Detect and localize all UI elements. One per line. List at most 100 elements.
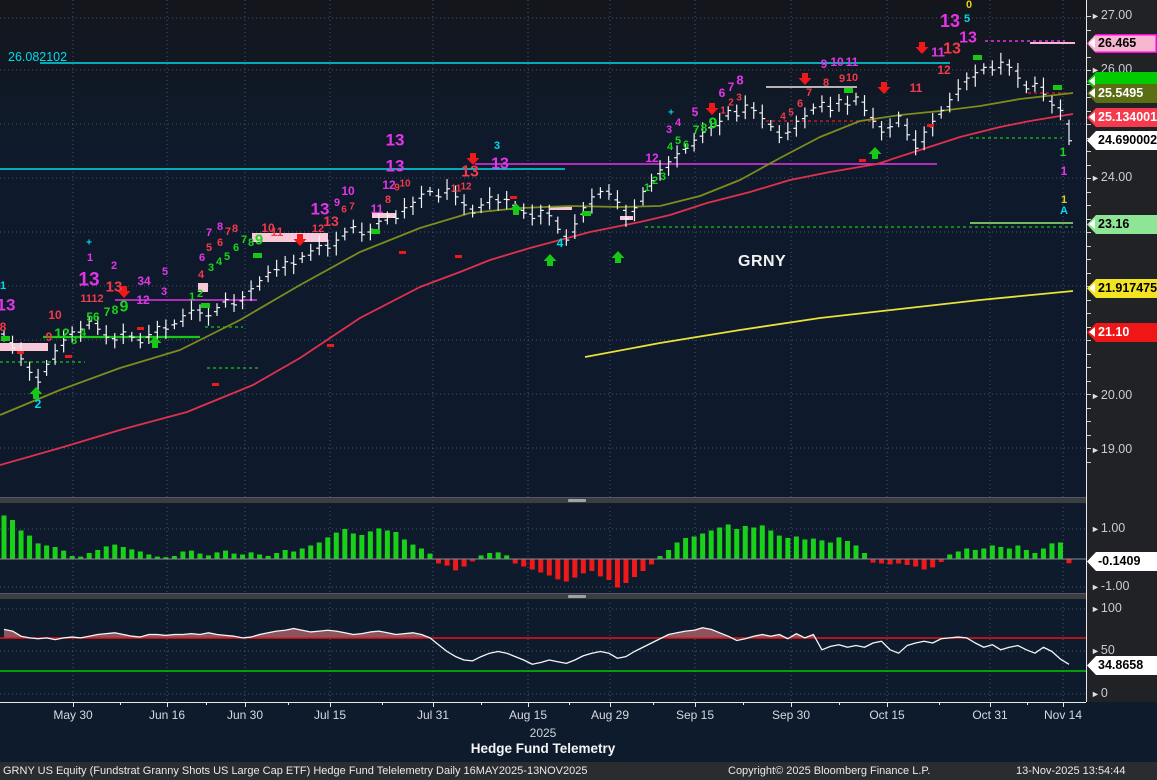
count-annotation: 13 (386, 157, 405, 176)
minor-tick (1027, 702, 1028, 705)
date-tick-label: Oct 31 (972, 708, 1007, 722)
count-annotation: 12 (312, 223, 324, 235)
count-annotation: 56 (86, 310, 100, 324)
macd-histogram-bar (232, 554, 237, 559)
axis-label: ►24.00 (1091, 170, 1132, 184)
macd-histogram-bar (606, 559, 611, 580)
price-bar (810, 103, 816, 114)
axis-label: ►100 (1091, 601, 1122, 615)
date-tick-label: Sep 15 (676, 708, 714, 722)
sell-arrow-icon (706, 103, 719, 115)
count-annotation: 6 (683, 139, 689, 151)
count-annotation: 12 (937, 63, 951, 77)
macd-histogram-bar (990, 546, 995, 560)
macd-histogram-bar (419, 549, 424, 560)
minor-tick (1087, 313, 1091, 314)
price-bar (904, 118, 910, 140)
panel-divider-handle[interactable] (568, 595, 586, 598)
status-timestamp: 13-Nov-2025 13:54:44 (1016, 762, 1125, 780)
price-badge: 24.690002 (1087, 131, 1157, 150)
tick-arrow-icon: ► (1091, 646, 1100, 656)
date-tick-label: Sep 30 (772, 708, 810, 722)
buy-arrow-icon (869, 147, 882, 159)
minor-tick (1087, 421, 1091, 422)
macd-histogram-bar (871, 559, 876, 563)
macd-histogram-bar (547, 559, 552, 576)
count-annotation: 5 (206, 242, 212, 254)
macd-histogram-bar (913, 559, 918, 567)
macd-histogram-bar (402, 540, 407, 560)
count-annotation: 10 (399, 179, 411, 190)
macd-histogram-bar (700, 534, 705, 560)
buy-arrow-icon (544, 254, 557, 266)
count-annotation: 3 (660, 171, 666, 183)
macd-histogram-bar (930, 559, 935, 567)
red-marker (17, 351, 24, 354)
price-bar (964, 72, 970, 90)
minor-tick (206, 702, 207, 705)
macd-histogram-bar (385, 531, 390, 560)
date-tick-label: Jun 30 (227, 708, 263, 722)
count-annotation: 9 (334, 197, 340, 209)
macd-histogram-bar (513, 559, 518, 564)
red-marker (212, 383, 219, 386)
ticker-watermark: GRNY (738, 253, 786, 271)
date-tick-label: May 30 (53, 708, 92, 722)
price-bar (427, 187, 433, 196)
count-annotation: 3 (71, 335, 77, 347)
moving-average-yellow (585, 291, 1073, 357)
macd-histogram-bar (1058, 543, 1063, 560)
red-marker (327, 344, 334, 347)
macd-histogram-bar (726, 525, 731, 560)
count-annotation: 4 (216, 256, 223, 268)
count-annotation: 12 (54, 325, 70, 341)
price-bar (410, 197, 416, 215)
price-axis[interactable]: ►27.00►26.00►24.00►20.00►19.00►1.00►-1.0… (1086, 0, 1157, 702)
count-annotation: 8 (701, 121, 708, 135)
macd-histogram-bar (462, 559, 467, 567)
price-bar (1040, 78, 1046, 102)
macd-histogram-bar (819, 540, 824, 559)
macd-histogram-bar (666, 550, 671, 559)
macd-histogram-bar (206, 555, 211, 559)
minor-tick (1087, 97, 1091, 98)
count-annotation: 1 (1060, 145, 1067, 159)
minor-tick (569, 702, 570, 705)
count-annotation: 3 (161, 286, 167, 298)
macd-histogram-bar (777, 536, 782, 559)
price-bar (589, 189, 595, 214)
panel-divider-handle[interactable] (568, 499, 586, 502)
green-marker (1053, 85, 1062, 90)
minor-tick (1087, 70, 1091, 71)
macd-histogram-bar (1007, 549, 1012, 560)
count-annotation: 1 (1061, 164, 1068, 178)
price-bar (597, 187, 603, 198)
count-annotation: 12 (645, 151, 659, 165)
price-bar (103, 325, 109, 344)
macd-histogram-bar (36, 543, 41, 559)
macd-histogram-bar (2, 516, 7, 560)
buy-arrow-icon (510, 203, 523, 215)
count-annotation: 10 (830, 55, 844, 69)
price-badge: 25.5495 (1087, 84, 1157, 103)
price-bar (350, 220, 356, 234)
macd-histogram-bar (325, 537, 330, 559)
macd-histogram-bar (129, 549, 134, 559)
badge-chevron-icon (1089, 112, 1095, 122)
macd-histogram-bar (581, 559, 586, 573)
macd-histogram-bar (649, 559, 654, 564)
price-bar (291, 255, 297, 274)
count-annotation: 2 (652, 175, 658, 187)
price-bar (981, 63, 987, 74)
axis-label: ►20.00 (1091, 388, 1132, 402)
green-marker (371, 229, 380, 234)
macd-histogram-bar (896, 559, 901, 564)
price-bar (129, 332, 135, 342)
macd-histogram-bar (189, 551, 194, 559)
axis-label: ►1.00 (1091, 521, 1125, 535)
macd-histogram-bar (291, 552, 296, 560)
price-bar (112, 333, 118, 348)
minor-tick (1087, 448, 1091, 449)
axis-label: ►-1.00 (1091, 579, 1129, 593)
badge-chevron-icon (1089, 88, 1095, 98)
